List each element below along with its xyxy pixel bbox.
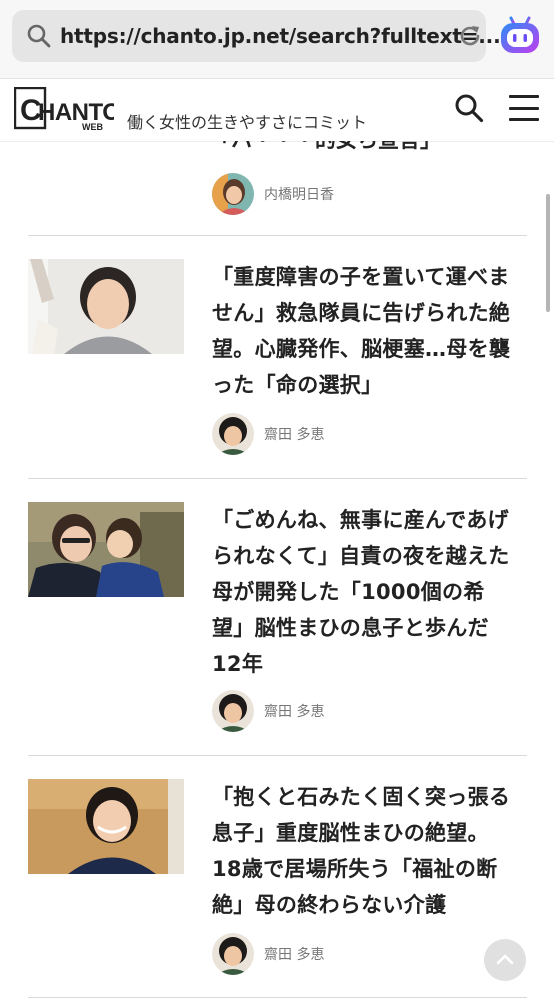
divider: [28, 235, 527, 236]
article-thumbnail[interactable]: [28, 259, 184, 354]
url-text[interactable]: https://chanto.jp.net/search?fulltext=..…: [60, 24, 501, 48]
author-avatar: [212, 173, 254, 215]
hamburger-menu-icon[interactable]: [509, 95, 539, 121]
author-name: 内橋明日香: [264, 187, 334, 203]
search-icon[interactable]: [454, 93, 484, 123]
author-avatar: [212, 933, 254, 975]
site-tagline: 働く女性の生きやすさにコミット: [127, 113, 368, 132]
article-thumbnail[interactable]: [28, 502, 184, 597]
divider: [28, 478, 527, 479]
article-title[interactable]: 「ごめんね、無事に産んであげ られなくて」自責の夜を越えた 母が開発した「100…: [212, 502, 530, 682]
author-avatar: [212, 690, 254, 732]
reload-icon[interactable]: [456, 22, 484, 50]
divider: [28, 997, 527, 998]
article-title[interactable]: 「抱くと石みたく固く突っ張る 息子」重度脳性まひの絶望。 18歳で居場所失う「福…: [212, 779, 530, 923]
author-name: 齋田 多恵: [264, 947, 325, 963]
browser-toolbar: https://chanto.jp.net/search?fulltext=..…: [0, 0, 554, 79]
search-icon: [27, 24, 51, 48]
site-header: C HANTO WEB 働く女性の生きやすさにコミット: [0, 79, 554, 142]
article-title[interactable]: 「ハ・・・的女ら宣言」: [210, 141, 441, 157]
back-to-top-button[interactable]: [484, 939, 526, 981]
svg-text:WEB: WEB: [82, 122, 103, 131]
article-list: 「ハ・・・的女ら宣言」 内橋明日香 「重度障害の子を置いて運べま せん」: [0, 141, 554, 1000]
author-name: 齋田 多恵: [264, 704, 325, 720]
chevron-up-icon: [496, 954, 514, 965]
author-name: 齋田 多恵: [264, 427, 325, 443]
article-thumbnail[interactable]: [28, 779, 184, 874]
article-title[interactable]: 「重度障害の子を置いて運べま せん」救急隊員に告げられた絶 望。心臓発作、脳梗塞…: [212, 259, 530, 403]
scrollbar[interactable]: [546, 194, 550, 312]
assistant-icon[interactable]: [498, 14, 542, 58]
chanto-logo[interactable]: C HANTO WEB: [13, 86, 121, 132]
author-avatar: [212, 413, 254, 455]
address-bar[interactable]: https://chanto.jp.net/search?fulltext=..…: [12, 10, 501, 62]
divider: [28, 755, 527, 756]
